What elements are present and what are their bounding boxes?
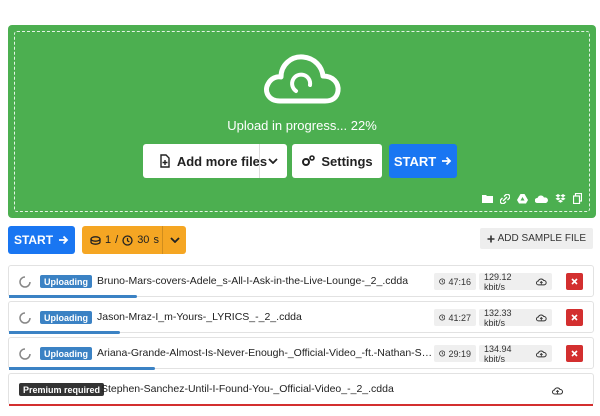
cloud-upload-icon <box>536 314 547 322</box>
add-sample-file-label: ADD SAMPLE FILE <box>497 233 586 244</box>
upload-dropzone[interactable]: Upload in progress... 22% Add more files <box>8 25 596 218</box>
plus-icon <box>487 235 495 242</box>
spinner-icon <box>19 312 31 324</box>
counter-separator: / <box>115 234 119 246</box>
upload-sources <box>482 193 582 204</box>
remaining-time: 47:16 <box>434 273 476 290</box>
arrow-right-icon <box>442 156 452 166</box>
clock-icon <box>439 278 446 285</box>
start-label: START <box>393 153 437 169</box>
upload-progress-bar <box>9 295 138 298</box>
remaining-time-value: 41:27 <box>448 312 471 323</box>
cloud-upload-icon <box>536 278 547 286</box>
premium-required-badge: Premium required <box>19 383 105 396</box>
gears-icon <box>302 155 316 166</box>
close-icon <box>571 350 578 357</box>
upload-speed: 134.94 kbit/s <box>479 343 552 364</box>
remaining-time: 29:19 <box>434 345 476 362</box>
google-drive-icon[interactable] <box>517 193 528 204</box>
file-row: Uploading Bruno-Mars-covers-Adele_s-All-… <box>8 265 594 298</box>
settings-button[interactable]: Settings <box>292 144 382 178</box>
copy-icon[interactable] <box>573 193 582 204</box>
onedrive-icon[interactable] <box>535 195 548 203</box>
spinner-icon <box>19 276 31 288</box>
file-name: Ariana-Grande-Almost-Is-Never-Enough-_Of… <box>97 347 433 359</box>
status-badge: Uploading <box>40 347 92 360</box>
file-name: Bruno-Mars-covers-Adele_s-All-I-Ask-in-t… <box>97 275 409 287</box>
cloud-upload-icon <box>536 350 547 358</box>
close-icon <box>571 278 578 285</box>
file-name: Jason-Mraz-I_m-Yours-_LYRICS_-_2_.cdda <box>97 311 302 323</box>
add-more-dropdown-toggle[interactable] <box>259 144 287 178</box>
upload-progress-bar <box>9 331 120 334</box>
close-icon <box>571 314 578 321</box>
upload-speed: 129.12 kbit/s <box>479 271 552 292</box>
settings-label: Settings <box>321 153 373 169</box>
add-more-files-button[interactable]: Add more files <box>143 144 287 178</box>
upload-speed-value: 134.94 kbit/s <box>484 343 512 364</box>
counter-dropdown-toggle[interactable] <box>163 237 186 243</box>
file-row: Premium required Stephen-Sanchez-Until-I… <box>8 373 594 406</box>
time-limit-unit: s <box>153 234 159 246</box>
file-name: Stephen-Sanchez-Until-I-Found-You-_Offic… <box>101 383 394 395</box>
remaining-time-value: 29:19 <box>448 348 471 359</box>
chevron-down-icon <box>169 237 180 243</box>
start-button[interactable]: START <box>8 226 75 254</box>
dropbox-icon[interactable] <box>555 193 566 204</box>
folder-icon[interactable] <box>482 194 493 203</box>
cloud-upload-icon <box>264 54 341 104</box>
time-limit-value: 30 <box>137 234 150 246</box>
error-indicator-bar <box>9 404 593 406</box>
link-icon[interactable] <box>500 193 510 204</box>
status-badge: Uploading <box>40 275 92 288</box>
clock-icon <box>439 350 446 357</box>
spinner-icon <box>19 348 31 360</box>
start-label: START <box>13 233 54 247</box>
add-sample-file-button[interactable]: ADD SAMPLE FILE <box>479 228 593 249</box>
credits-counter-button[interactable]: 1 / 30 s <box>82 226 186 254</box>
upload-speed-value: 129.12 kbit/s <box>484 271 512 292</box>
remove-file-button[interactable] <box>566 273 583 290</box>
status-badge: Uploading <box>40 311 92 324</box>
remaining-time-value: 47:16 <box>448 276 471 287</box>
credits-count: 1 <box>105 234 112 246</box>
chevron-down-icon <box>268 158 278 164</box>
upload-speed: 132.33 kbit/s <box>479 307 552 328</box>
remove-file-button[interactable] <box>566 345 583 362</box>
arrow-right-icon <box>59 235 69 245</box>
remaining-time: 41:27 <box>434 309 476 326</box>
remove-file-button[interactable] <box>566 309 583 326</box>
clock-icon <box>439 314 446 321</box>
cloud-upload-icon <box>552 382 563 400</box>
upload-status-text: Upload in progress... 22% <box>227 118 377 133</box>
coins-icon <box>90 235 101 245</box>
add-file-icon <box>160 154 170 168</box>
upload-progress-bar <box>9 367 155 370</box>
clock-icon <box>122 234 133 246</box>
file-row: Uploading Ariana-Grande-Almost-Is-Never-… <box>8 337 594 370</box>
file-row: Uploading Jason-Mraz-I_m-Yours-_LYRICS_-… <box>8 301 594 334</box>
start-button-panel[interactable]: START <box>389 144 457 178</box>
upload-speed-value: 132.33 kbit/s <box>484 307 512 328</box>
add-more-files-label: Add more files <box>176 153 268 169</box>
